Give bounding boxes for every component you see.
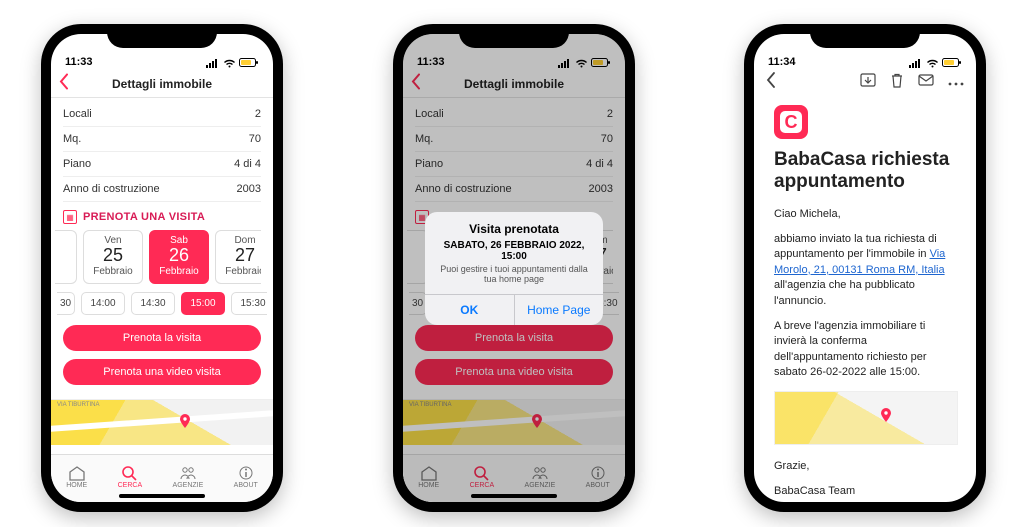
- book-visit-button[interactable]: Prenota la visita: [63, 325, 261, 351]
- book-video-visit-button[interactable]: Prenota una video visita: [63, 359, 261, 385]
- map-preview[interactable]: VIA TIBURTINA: [51, 399, 273, 445]
- tab-home[interactable]: HOME: [66, 465, 87, 489]
- chevron-left-icon: [766, 72, 776, 88]
- info-icon: [237, 465, 255, 481]
- home-indicator: [119, 494, 205, 498]
- date-option-selected[interactable]: Sab 26 Febbraio: [149, 230, 209, 284]
- email-title: BabaCasa richiesta appuntamento: [774, 149, 958, 193]
- detail-row: Locali2: [63, 102, 261, 127]
- mail-back-button[interactable]: [766, 72, 776, 93]
- alert-subtitle: SABATO, 26 FEBBRAIO 2022, 15:00: [425, 240, 603, 264]
- booking-confirmation-alert: Visita prenotata SABATO, 26 FEBBRAIO 202…: [425, 212, 603, 325]
- date-option-prev[interactable]: [55, 230, 77, 284]
- trash-icon: [890, 73, 904, 88]
- detail-row: Mq.70: [63, 127, 261, 152]
- status-time: 11:33: [65, 56, 93, 68]
- booking-section-title: ▦ PRENOTA UNA VISITA: [63, 202, 261, 230]
- alert-ok-button[interactable]: OK: [425, 295, 515, 325]
- tab-cerca[interactable]: CERCA: [118, 465, 143, 489]
- status-icons: [909, 58, 962, 68]
- more-button[interactable]: [948, 73, 964, 93]
- map-pin-icon: [180, 414, 190, 424]
- email-p2: A breve l'agenzia immobiliare ti invierà…: [774, 319, 958, 381]
- time-picker[interactable]: 30 14:00 14:30 15:00 15:30 16:0: [57, 292, 267, 315]
- phone-listing-alert: 11:33 Dettagli immobile Locali2 Mq.70 Pi…: [393, 24, 635, 512]
- date-option[interactable]: Ven 25 Febbraio: [83, 230, 143, 284]
- time-option[interactable]: 15:30: [231, 292, 267, 315]
- time-option[interactable]: 14:00: [81, 292, 125, 315]
- map-pin-icon: [881, 408, 891, 422]
- wifi-icon: [223, 59, 236, 68]
- chevron-left-icon: [59, 73, 69, 89]
- battery-icon: [239, 58, 259, 68]
- email-map[interactable]: [774, 391, 958, 445]
- archive-icon: [860, 73, 876, 87]
- page-title: Dettagli immobile: [112, 77, 212, 91]
- time-option[interactable]: 30: [57, 292, 75, 315]
- status-time: 11:34: [768, 56, 796, 68]
- search-icon: [121, 465, 139, 481]
- email-thanks: Grazie,: [774, 459, 958, 474]
- trash-button[interactable]: [890, 73, 904, 93]
- map-road-label: VIA TIBURTINA: [57, 402, 99, 408]
- mail-toolbar: [754, 70, 976, 99]
- status-icons: [206, 58, 259, 68]
- date-option[interactable]: Dom 27 Febbraio: [215, 230, 261, 284]
- email-body: C BabaCasa richiesta appuntamento Ciao M…: [754, 105, 976, 499]
- phone-listing: 11:33 Dettagli immobile Locali2 Mq.70 Pi…: [41, 24, 283, 512]
- signal-icon: [206, 59, 220, 68]
- time-option-selected[interactable]: 15:00: [181, 292, 225, 315]
- home-icon: [68, 465, 86, 481]
- email-p1: abbiamo inviato la tua richiesta di appu…: [774, 232, 958, 309]
- date-picker[interactable]: Ven 25 Febbraio Sab 26 Febbraio Dom 27 F…: [55, 230, 261, 284]
- app-badge-icon: C: [774, 105, 808, 139]
- time-option[interactable]: 14:30: [131, 292, 175, 315]
- archive-button[interactable]: [860, 73, 876, 93]
- agencies-icon: [179, 465, 197, 481]
- notch: [810, 24, 920, 48]
- detail-row: Anno di costruzione2003: [63, 177, 261, 202]
- modal-overlay: Visita prenotata SABATO, 26 FEBBRAIO 202…: [403, 34, 625, 502]
- more-icon: [948, 82, 964, 86]
- email-greeting: Ciao Michela,: [774, 207, 958, 222]
- alert-home-button[interactable]: Home Page: [515, 295, 604, 325]
- calendar-icon: ▦: [63, 210, 77, 224]
- envelope-icon: [918, 74, 934, 86]
- details-section: Locali2 Mq.70 Piano4 di 4 Anno di costru…: [51, 98, 273, 399]
- signal-icon: [909, 59, 923, 68]
- email-signature: BabaCasa Team: [774, 484, 958, 499]
- alert-description: Puoi gestire i tuoi appuntamenti dalla t…: [425, 264, 603, 294]
- back-button[interactable]: [59, 73, 69, 94]
- battery-icon: [942, 58, 962, 68]
- wifi-icon: [926, 59, 939, 68]
- notch: [107, 24, 217, 48]
- unread-button[interactable]: [918, 73, 934, 93]
- navbar: Dettagli immobile: [51, 70, 273, 98]
- tab-about[interactable]: ABOUT: [234, 465, 258, 489]
- tab-bar: HOME CERCA AGENZIE ABOUT: [51, 454, 273, 502]
- alert-title: Visita prenotata: [425, 212, 603, 240]
- tab-agenzie[interactable]: AGENZIE: [173, 465, 204, 489]
- phone-email: 11:34 C BabaCasa richiesta appunta: [744, 24, 986, 512]
- detail-row: Piano4 di 4: [63, 152, 261, 177]
